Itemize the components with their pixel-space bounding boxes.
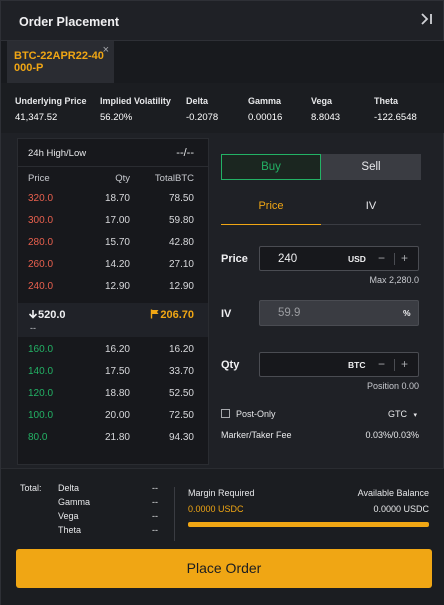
increment-icon[interactable]: + bbox=[401, 357, 408, 371]
time-in-force-select[interactable]: GTC ▾ bbox=[388, 409, 417, 419]
divider bbox=[174, 487, 175, 541]
arrow-down-icon bbox=[28, 310, 38, 319]
bid-row[interactable]: 140.0 17.50 33.70 bbox=[18, 366, 208, 386]
mark-price: 206.70 bbox=[150, 309, 194, 321]
iv-label: IV bbox=[221, 308, 232, 320]
caret-down-icon: ▾ bbox=[413, 412, 417, 419]
panel-header: Order Placement bbox=[1, 1, 444, 41]
total-label: Total: bbox=[20, 483, 42, 493]
iv-unit: % bbox=[403, 308, 411, 318]
total-gamma-value: -- bbox=[152, 497, 158, 507]
price-max-hint: Max 2,280.0 bbox=[369, 275, 419, 285]
last-price-sub: -- bbox=[30, 323, 36, 333]
total-delta-label: Delta bbox=[58, 483, 80, 493]
total-theta-label: Theta bbox=[58, 525, 82, 535]
place-order-button[interactable]: Place Order bbox=[16, 549, 432, 588]
fee-label: Marker/Taker Fee bbox=[221, 430, 292, 440]
margin-progress-bar bbox=[188, 522, 429, 527]
panel-collapse-icon[interactable] bbox=[419, 13, 435, 29]
ask-row[interactable]: 280.0 15.70 42.80 bbox=[18, 237, 208, 257]
available-balance-label: Available Balance bbox=[357, 488, 429, 498]
tab-iv[interactable]: IV bbox=[321, 195, 421, 225]
decrement-icon[interactable]: − bbox=[378, 251, 385, 265]
order-form: Buy Sell Price IV Price 240 USD − + Max … bbox=[209, 138, 429, 465]
available-balance-value: 0.0000 USDC bbox=[373, 504, 429, 514]
qty-input[interactable]: BTC − + bbox=[259, 352, 419, 377]
book-column-headers: Price Qty TotalBTC bbox=[28, 173, 194, 184]
greek-vega: Vega 8.8043 bbox=[311, 96, 341, 123]
bid-row[interactable]: 100.0 20.00 72.50 bbox=[18, 410, 208, 430]
close-icon[interactable]: × bbox=[103, 44, 109, 56]
total-delta-value: -- bbox=[152, 483, 158, 493]
high-low-row: 24h High/Low --/-- bbox=[18, 139, 208, 167]
last-price: 520.0 bbox=[28, 309, 66, 321]
greek-underlying: Underlying Price 41,347.52 bbox=[15, 96, 87, 123]
total-vega-label: Vega bbox=[58, 511, 79, 521]
greek-iv: Implied Volatility 56.20% bbox=[100, 96, 171, 123]
ask-row[interactable]: 240.0 12.90 12.90 bbox=[18, 281, 208, 301]
panel-title: Order Placement bbox=[19, 15, 120, 29]
total-theta-value: -- bbox=[152, 525, 158, 535]
ask-row[interactable]: 300.0 17.00 59.80 bbox=[18, 215, 208, 235]
total-gamma-label: Gamma bbox=[58, 497, 91, 507]
iv-input: 59.9 % bbox=[259, 300, 419, 326]
sell-button[interactable]: Sell bbox=[321, 154, 421, 180]
greek-delta: Delta -0.2078 bbox=[186, 96, 219, 123]
increment-icon[interactable]: + bbox=[401, 251, 408, 265]
ask-row[interactable]: 260.0 14.20 27.10 bbox=[18, 259, 208, 279]
bid-row[interactable]: 80.0 21.80 94.30 bbox=[18, 432, 208, 452]
bid-row[interactable]: 160.0 16.20 16.20 bbox=[18, 344, 208, 364]
buy-button[interactable]: Buy bbox=[221, 154, 321, 180]
tab-price[interactable]: Price bbox=[221, 195, 321, 225]
last-price-row: 520.0 -- 206.70 bbox=[18, 303, 208, 337]
price-label: Price bbox=[221, 253, 248, 265]
instrument-tab[interactable]: BTC-22APR22-40000-P × bbox=[7, 41, 114, 83]
bid-row[interactable]: 120.0 18.80 52.50 bbox=[18, 388, 208, 408]
total-vega-value: -- bbox=[152, 511, 158, 521]
checkbox-icon[interactable] bbox=[221, 409, 230, 418]
post-only-checkbox[interactable]: Post-Only bbox=[221, 409, 276, 419]
order-footer: Total: Delta -- Gamma -- Vega -- Theta -… bbox=[1, 468, 444, 605]
qty-unit: BTC bbox=[348, 360, 366, 370]
iv-value: 59.9 bbox=[278, 307, 301, 319]
fee-value: 0.03%/0.03% bbox=[365, 430, 419, 440]
decrement-icon[interactable]: − bbox=[378, 357, 385, 371]
margin-required-label: Margin Required bbox=[188, 488, 255, 498]
price-value: 240 bbox=[278, 253, 298, 265]
instrument-tab-label: BTC-22APR22-40000-P bbox=[14, 50, 104, 74]
greek-theta: Theta -122.6548 bbox=[374, 96, 417, 123]
greek-gamma: Gamma 0.00016 bbox=[248, 96, 283, 123]
greeks-bar: Underlying Price 41,347.52 Implied Volati… bbox=[1, 83, 444, 133]
margin-required-value: 0.0000 USDC bbox=[188, 504, 244, 514]
order-placement-panel: Order Placement BTC-22APR22-40000-P × Un… bbox=[0, 0, 444, 605]
instrument-tabbar: BTC-22APR22-40000-P × bbox=[1, 41, 444, 83]
ask-row[interactable]: 320.0 18.70 78.50 bbox=[18, 193, 208, 213]
qty-label: Qty bbox=[221, 359, 240, 371]
price-input[interactable]: 240 USD − + bbox=[259, 246, 419, 271]
position-hint: Position 0.00 bbox=[366, 381, 419, 391]
price-unit: USD bbox=[348, 254, 366, 264]
flag-icon bbox=[151, 309, 159, 319]
order-book: 24h High/Low --/-- Price Qty TotalBTC 32… bbox=[17, 138, 209, 465]
